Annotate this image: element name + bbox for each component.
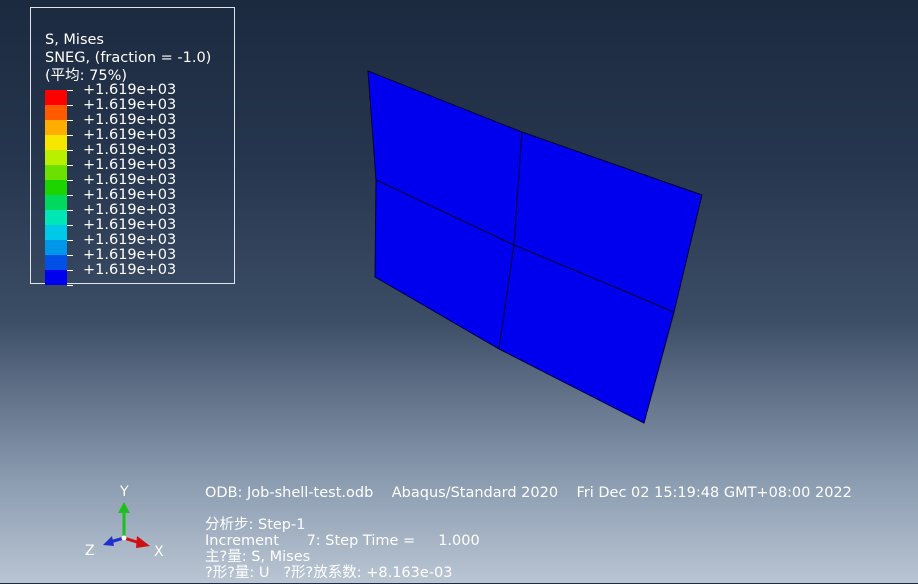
triad-z-arrowhead xyxy=(103,536,114,546)
shell-mesh[interactable] xyxy=(367,70,703,424)
viewport-info-text: ODB: Job-shell-test.odb Abaqus/Standard … xyxy=(205,485,905,584)
triad-origin xyxy=(121,535,127,541)
odb-info-line: ODB: Job-shell-test.odb Abaqus/Standard … xyxy=(205,485,852,501)
step-info-line: 分析步: Step-1 xyxy=(205,517,306,533)
triad-y-arrowhead xyxy=(118,502,130,513)
triad-y-label: Y xyxy=(119,484,129,500)
triad-x-label: X xyxy=(154,544,164,560)
orientation-triad: Y Z X xyxy=(85,484,164,560)
triad-z-label: Z xyxy=(85,543,95,559)
triad-x-arrowhead xyxy=(136,536,150,548)
primary-variable-line: 主?量: S, Mises xyxy=(205,549,311,565)
deformed-variable-line: ?形?量: U ?形?放系数: +8.163e-03 xyxy=(205,565,453,581)
increment-info-line: Increment 7: Step Time = 1.000 xyxy=(205,533,480,549)
